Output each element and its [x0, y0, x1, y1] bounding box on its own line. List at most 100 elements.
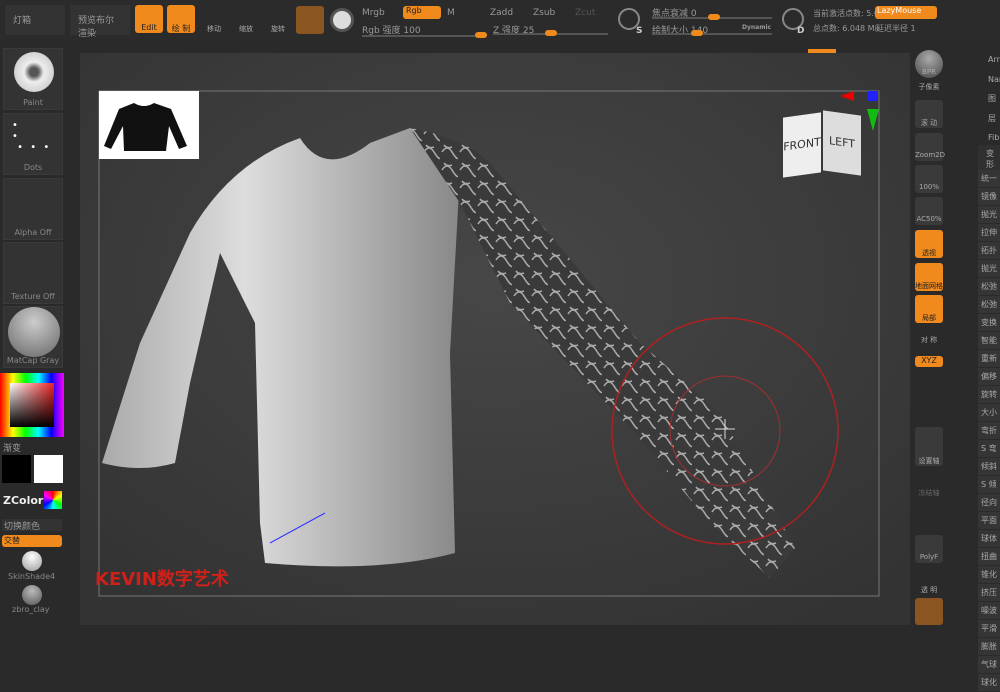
- scale-button[interactable]: 缩放: [232, 8, 260, 36]
- deformation-item[interactable]: S 弯: [978, 440, 1000, 458]
- rgb-intensity-slider[interactable]: [362, 32, 487, 38]
- set-pivot-button[interactable]: 设置轴: [915, 438, 943, 466]
- actual-size-button[interactable]: 100%: [915, 165, 943, 193]
- deformation-item[interactable]: 松弛: [978, 296, 1000, 314]
- deformation-item[interactable]: 重新: [978, 350, 1000, 368]
- material-zbro-clay[interactable]: zbro_clay: [12, 605, 50, 614]
- deformation-item[interactable]: 扭曲: [978, 548, 1000, 566]
- stroke-dots[interactable]: • • • • • Dots: [3, 113, 63, 175]
- d-label: D: [797, 26, 805, 36]
- deformation-item[interactable]: 球化: [978, 674, 1000, 692]
- deformation-item[interactable]: S 倾: [978, 476, 1000, 494]
- floor-grid-button[interactable]: 地面网格: [915, 263, 943, 291]
- dots-icon: • • • • •: [12, 120, 52, 153]
- deformation-item[interactable]: 拉伸: [978, 224, 1000, 242]
- deformation-item[interactable]: 噪波: [978, 602, 1000, 620]
- deformation-item[interactable]: 偏移: [978, 368, 1000, 386]
- bpr-button[interactable]: BPR: [915, 50, 943, 78]
- zsub-button[interactable]: Zsub: [533, 8, 555, 18]
- color-picker[interactable]: [0, 373, 64, 437]
- dynamic-button[interactable]: Dynamic: [742, 24, 771, 31]
- edit-button[interactable]: Edit: [135, 5, 163, 33]
- brush-mode-button[interactable]: [296, 6, 324, 34]
- texture-off[interactable]: Texture Off: [3, 242, 63, 304]
- lightbox-button[interactable]: 灯箱: [5, 5, 65, 35]
- deformation-item[interactable]: 智能: [978, 332, 1000, 350]
- deformation-item[interactable]: 挤压: [978, 584, 1000, 602]
- top-toolbar: 灯箱 预览布尔渲染 Edit 绘 制 移动 缩放 旋转 Mrgb Rgb M R…: [0, 0, 1000, 54]
- subpixel-label: 子像素: [918, 83, 940, 91]
- lazymouse-button[interactable]: LazyMouse: [875, 6, 937, 19]
- navcube-front[interactable]: FRONT: [783, 112, 821, 178]
- zadd-button[interactable]: Zadd: [490, 8, 513, 18]
- deformation-item[interactable]: 平面: [978, 512, 1000, 530]
- deformation-header[interactable]: 变形: [978, 145, 1000, 170]
- m-button[interactable]: M: [447, 8, 455, 18]
- menu-layers[interactable]: 图层: [988, 89, 1000, 128]
- freeze-pivot-button[interactable]: 冻结轴: [915, 470, 943, 498]
- local-button[interactable]: 局部: [915, 295, 943, 323]
- s-label: S: [636, 26, 643, 36]
- brush-paint[interactable]: Paint: [3, 48, 63, 110]
- material-sphere-icon[interactable]: [330, 8, 354, 32]
- deformation-item[interactable]: 旋转: [978, 386, 1000, 404]
- alternate-button[interactable]: 交替: [2, 535, 62, 547]
- focal-shift-slider[interactable]: [652, 14, 772, 20]
- rotate-button[interactable]: 旋转: [264, 8, 292, 36]
- deformation-item[interactable]: 大小: [978, 404, 1000, 422]
- deformation-item[interactable]: 统一: [978, 170, 1000, 188]
- deformation-item[interactable]: 镜像: [978, 188, 1000, 206]
- rgb-button[interactable]: Rgb: [403, 6, 441, 19]
- deformation-item[interactable]: 抛光: [978, 206, 1000, 224]
- bpr-preview-button[interactable]: 预览布尔渲染: [70, 5, 130, 39]
- polyframe-button[interactable]: PolyF: [915, 535, 943, 563]
- ghost-button[interactable]: [915, 598, 943, 625]
- deformation-item[interactable]: 径向: [978, 494, 1000, 512]
- scroll-button[interactable]: 滚 动: [915, 100, 943, 128]
- deformation-item[interactable]: 变换: [978, 314, 1000, 332]
- antialias-half-button[interactable]: AC50%: [915, 197, 943, 225]
- axis-x-icon: [840, 91, 854, 101]
- deformation-item[interactable]: 膨胀: [978, 638, 1000, 656]
- clay-sphere-icon[interactable]: [22, 585, 42, 605]
- deformation-item[interactable]: 抛光: [978, 260, 1000, 278]
- menu-nar[interactable]: Nar: [988, 70, 1000, 90]
- matcap-label: MatCap Gray: [6, 356, 60, 365]
- stroke-label: Dots: [23, 163, 43, 172]
- switch-color-button[interactable]: 切换颜色: [2, 519, 62, 532]
- shirt-thumbnail-icon: [104, 103, 187, 151]
- navcube-left[interactable]: LEFT: [823, 110, 861, 176]
- skinshade-sphere-icon[interactable]: [22, 551, 42, 571]
- move-button[interactable]: 移动: [200, 8, 228, 36]
- primary-color-swatch[interactable]: [34, 455, 63, 483]
- deformation-item[interactable]: 平滑: [978, 620, 1000, 638]
- zoom2d-button[interactable]: Zoom2D: [915, 133, 945, 161]
- mrgb-button[interactable]: Mrgb: [362, 8, 385, 18]
- deformation-item[interactable]: 球体: [978, 530, 1000, 548]
- zcut-button[interactable]: Zcut: [575, 8, 595, 18]
- draw-button[interactable]: 绘 制: [167, 5, 195, 33]
- perspective-button[interactable]: 透视: [915, 230, 943, 258]
- gradient-label[interactable]: 渐变: [3, 441, 21, 454]
- material-skinshade4[interactable]: SkinShade4: [8, 572, 55, 581]
- alpha-off[interactable]: Alpha Off: [3, 178, 63, 240]
- active-points-label: 当前激活点数: 5.6: [813, 9, 879, 18]
- secondary-color-swatch[interactable]: [2, 455, 31, 483]
- draw-size-slider[interactable]: [652, 30, 772, 36]
- deformation-item[interactable]: 弯折: [978, 422, 1000, 440]
- menu-arr[interactable]: Arr: [988, 50, 1000, 70]
- z-intensity-slider[interactable]: [493, 30, 608, 36]
- transparent-button[interactable]: 透 明: [915, 567, 943, 595]
- deformation-item[interactable]: 松弛: [978, 278, 1000, 296]
- viewport-canvas[interactable]: FRONT LEFT KEVIN数字艺术: [80, 53, 910, 625]
- deformation-item[interactable]: 锥化: [978, 566, 1000, 584]
- axis-z-icon: [868, 91, 878, 101]
- zcolor-label: ZColor: [3, 494, 44, 507]
- deformation-item[interactable]: 倾斜: [978, 458, 1000, 476]
- symmetry-button[interactable]: 对 称: [915, 335, 943, 345]
- zcolor-icon[interactable]: [44, 491, 62, 509]
- deformation-item[interactable]: 拓扑: [978, 242, 1000, 260]
- deformation-item[interactable]: 气球: [978, 656, 1000, 674]
- xyz-button[interactable]: XYZ: [915, 356, 943, 367]
- material-matcap[interactable]: MatCap Gray: [3, 306, 63, 368]
